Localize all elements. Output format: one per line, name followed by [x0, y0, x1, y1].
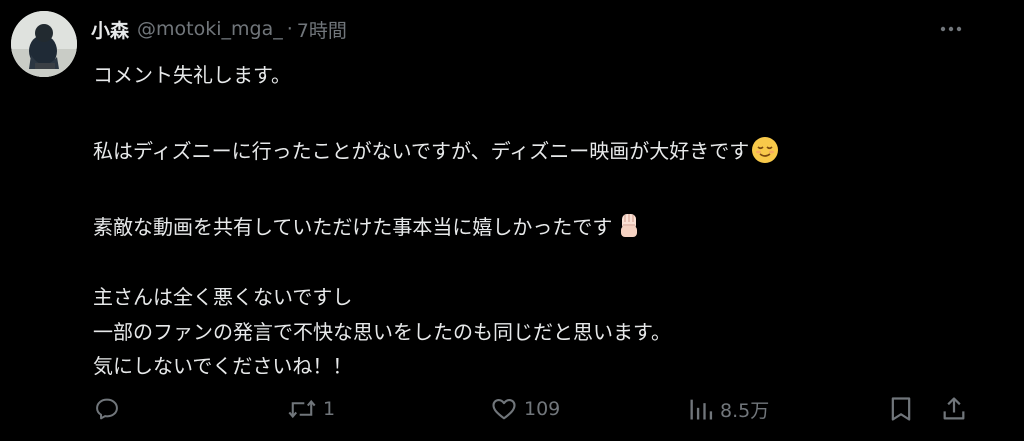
like-button[interactable]: 109	[490, 392, 560, 426]
tweet-line: 一部のファンの発言で不快な思いをしたのも同じだと思います。	[93, 320, 671, 344]
separator-dot: ·	[286, 18, 293, 40]
tweet-text: コメント失礼します。 私はディズニーに行ったことがないですが、ディズニー映画が大…	[93, 62, 993, 379]
more-options-button[interactable]	[936, 18, 966, 40]
heart-icon	[492, 398, 516, 420]
relieved-face-emoji	[751, 136, 779, 170]
more-icon	[940, 26, 962, 32]
raised-fist-emoji	[614, 210, 644, 246]
tweet-line: コメント失礼します。	[93, 63, 291, 87]
tweet-line-text: 私はディズニーに行ったことがないですが、ディズニー映画が大好きです	[93, 139, 750, 163]
views-count: 8.5万	[720, 399, 770, 422]
views-button[interactable]: 8.5万	[688, 392, 769, 426]
retweet-icon	[288, 399, 316, 419]
like-count: 109	[524, 398, 561, 420]
tweet-line-text: 素敵な動画を共有していただけた事本当に嬉しかったです	[93, 215, 613, 239]
action-bar: 1 109 8.5万	[0, 392, 1024, 426]
reply-button[interactable]	[93, 392, 127, 426]
reply-icon	[96, 398, 118, 420]
tweet-line: 主さんは全く悪くないですし	[93, 285, 353, 309]
avatar-photo	[11, 11, 77, 77]
tweet-line: 素敵な動画を共有していただけた事本当に嬉しかったです	[93, 210, 993, 239]
timestamp[interactable]: 7時間	[297, 16, 347, 43]
share-icon	[943, 397, 965, 420]
tweet-line: 私はディズニーに行ったことがないですが、ディズニー映画が大好きです	[93, 136, 993, 163]
tweet-line: 気にしないでくださいね！！	[93, 354, 353, 378]
views-icon	[690, 399, 713, 420]
retweet-count: 1	[323, 398, 336, 420]
share-button[interactable]	[940, 392, 968, 426]
author-name[interactable]: 小森	[91, 16, 129, 43]
author-handle[interactable]: @motoki_mga_	[137, 18, 283, 40]
avatar[interactable]	[11, 11, 77, 77]
bookmark-button[interactable]	[888, 392, 914, 426]
bookmark-icon	[891, 397, 911, 421]
retweet-button[interactable]: 1	[287, 392, 335, 426]
tweet-header: 小森 @motoki_mga_ · 7時間	[91, 16, 347, 43]
